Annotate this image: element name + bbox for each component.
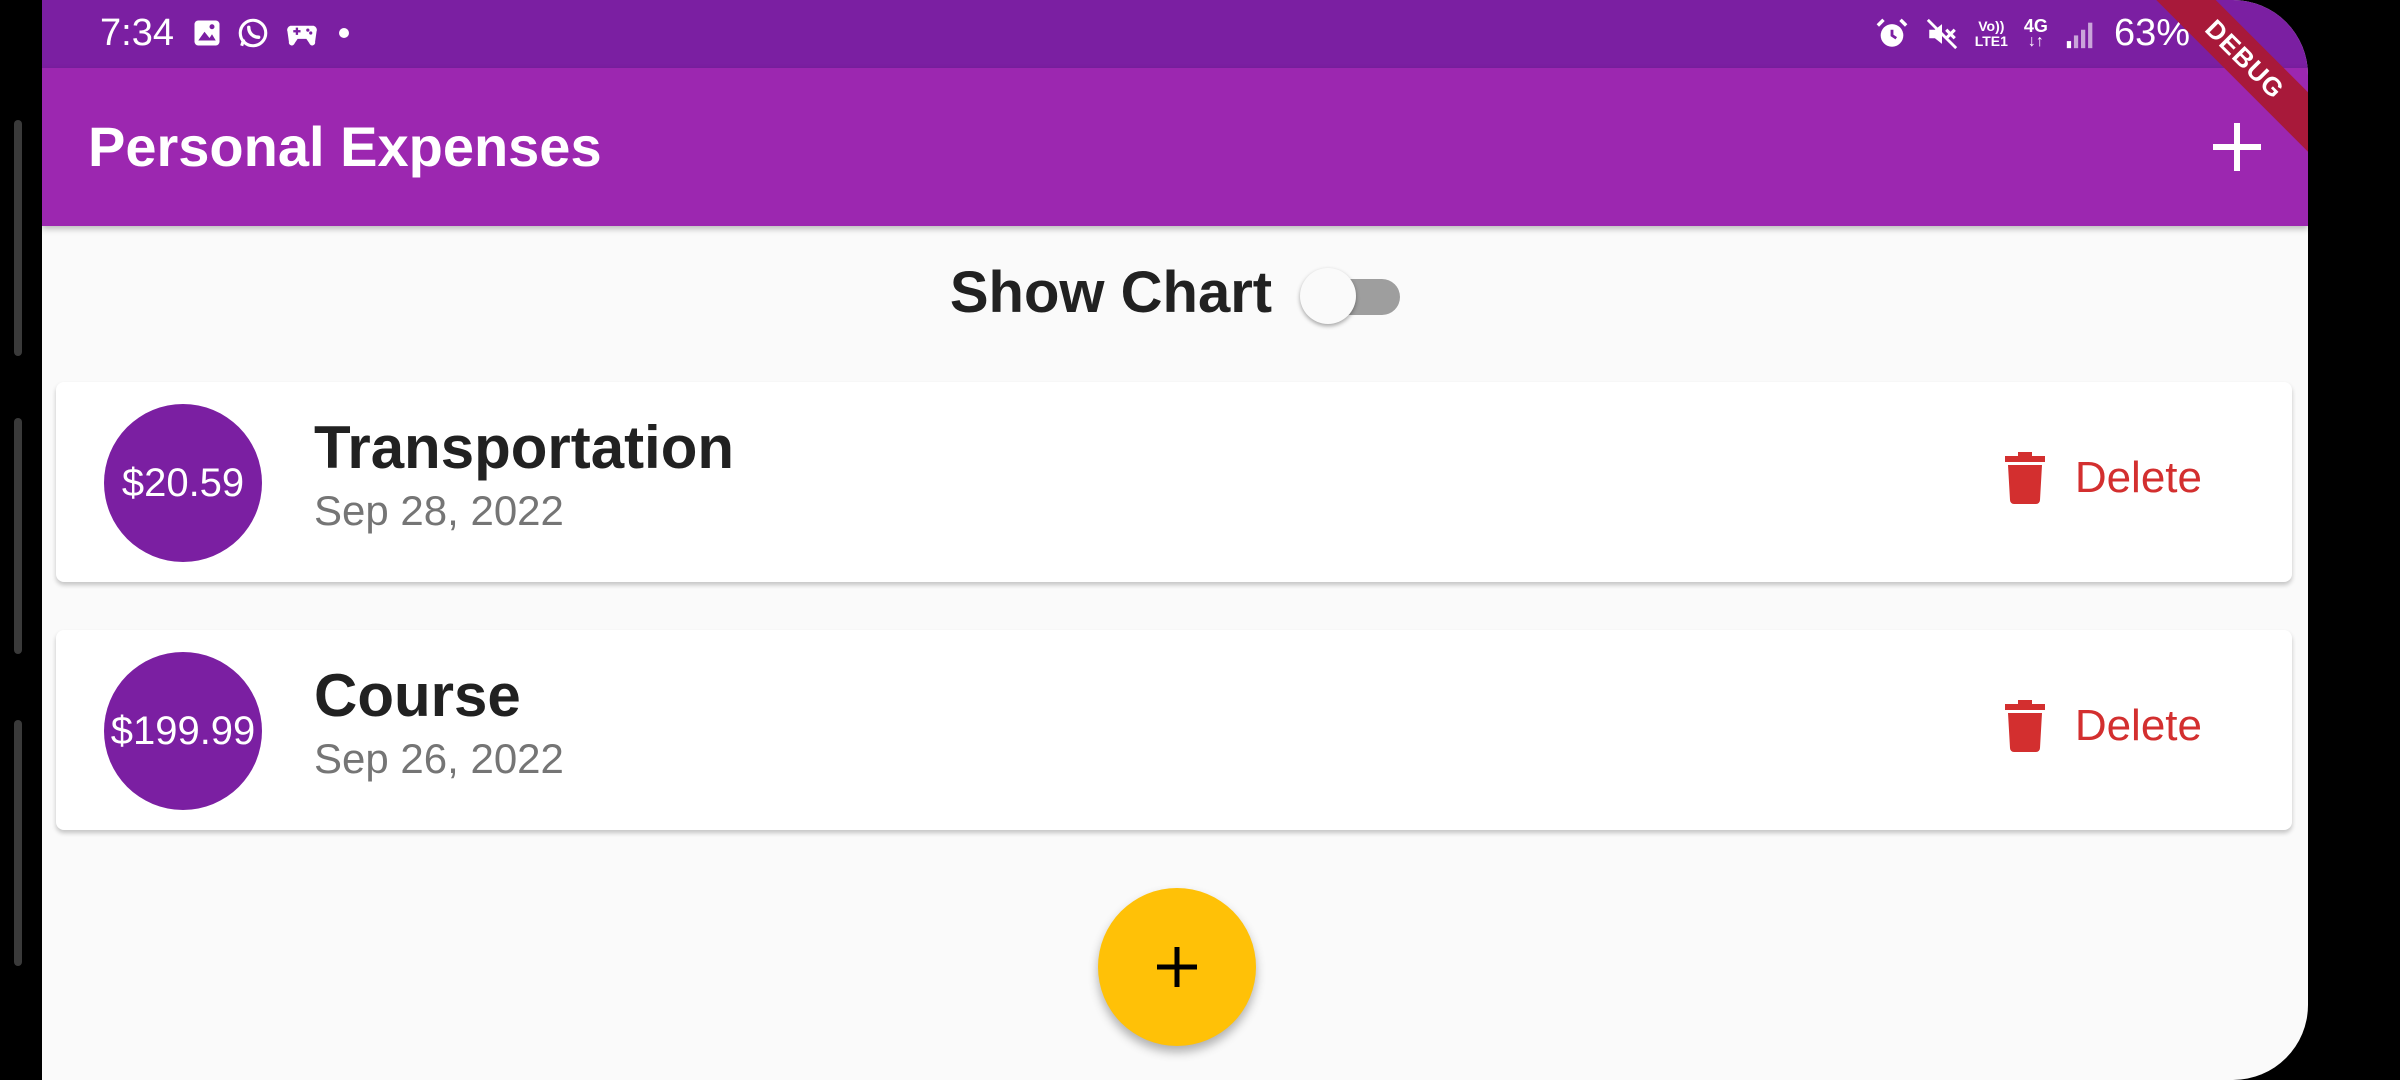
transaction-date: Sep 28, 2022	[314, 487, 564, 534]
switch-thumb	[1300, 268, 1357, 324]
phone-screen: 7:34 Vo)) LTE1 4G ↓↑ 63% DEBUG Personal …	[42, 0, 2308, 1080]
transaction-title: Course	[314, 662, 521, 729]
game-icon	[287, 25, 317, 46]
amount-avatar: $20.59	[104, 404, 262, 562]
trash-icon	[2004, 700, 2045, 752]
volte-indicator: Vo)) LTE1	[1974, 17, 2008, 49]
volte-bottom-text: LTE1	[1974, 32, 2008, 49]
status-time: 7:34	[100, 12, 174, 54]
amount-text: $20.59	[121, 460, 245, 505]
transaction-card: $20.59 Transportation Sep 28, 2022 Delet…	[56, 382, 2292, 582]
network-type-indicator: 4G ↓↑	[2023, 15, 2048, 50]
mute-icon	[1926, 18, 1957, 49]
delete-label: Delete	[2074, 453, 2202, 502]
notification-icons	[192, 16, 354, 50]
amount-text: $199.99	[110, 708, 256, 753]
page-title: Personal Expenses	[88, 115, 602, 178]
transaction-title: Transportation	[314, 414, 735, 481]
whatsapp-icon	[238, 18, 268, 48]
signal-icon	[2066, 22, 2093, 48]
status-bar: 7:34 Vo)) LTE1 4G ↓↑ 63%	[42, 0, 2308, 68]
chart-toggle-row: Show Chart	[42, 250, 2308, 334]
amount-avatar: $199.99	[104, 652, 262, 810]
plus-icon	[1157, 947, 1197, 987]
gallery-icon	[194, 20, 220, 46]
network-type-text: 4G	[2023, 15, 2048, 36]
alarm-icon	[1876, 18, 1908, 47]
volte-top-text: Vo))	[1978, 17, 2005, 34]
app-bar: Personal Expenses	[42, 68, 2308, 226]
show-chart-switch[interactable]	[1300, 262, 1401, 324]
dot-icon	[339, 28, 349, 38]
transaction-date: Sep 26, 2022	[314, 735, 564, 782]
edge-handle-top	[14, 120, 22, 356]
delete-button[interactable]: Delete	[2004, 700, 2202, 752]
show-chart-label: Show Chart	[949, 259, 1273, 325]
data-arrows-icon: ↓↑	[2027, 32, 2044, 50]
plus-icon	[2213, 123, 2261, 171]
floating-add-button[interactable]	[1098, 888, 1256, 1046]
trash-icon	[2004, 452, 2045, 504]
delete-button[interactable]: Delete	[2004, 452, 2202, 504]
edge-handle-middle	[14, 418, 22, 654]
transaction-card: $199.99 Course Sep 26, 2022 Delete	[56, 630, 2292, 830]
add-transaction-button[interactable]	[2200, 110, 2274, 184]
edge-handle-bottom	[14, 720, 22, 966]
delete-label: Delete	[2074, 701, 2202, 750]
